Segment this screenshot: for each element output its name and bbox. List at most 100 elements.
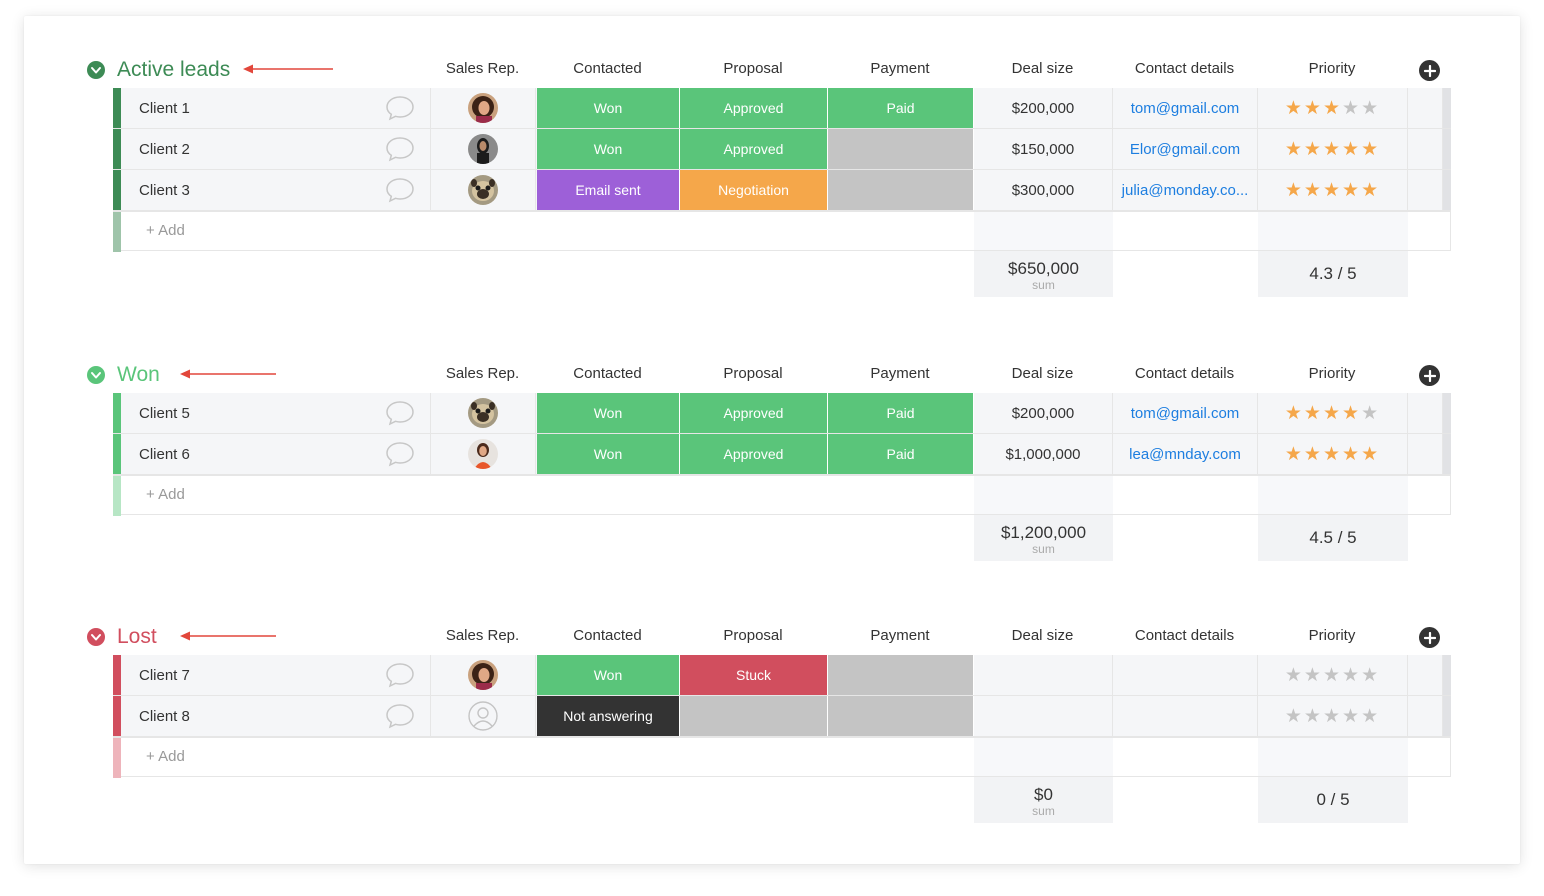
chat-bubble-icon[interactable] bbox=[385, 95, 415, 121]
column-header-payment[interactable]: Payment bbox=[828, 58, 972, 80]
avatar[interactable] bbox=[468, 93, 498, 123]
status-payment[interactable]: Paid bbox=[828, 88, 974, 128]
deal-size-cell[interactable]: $150,000 bbox=[974, 129, 1113, 169]
column-header-contacted[interactable]: Contacted bbox=[537, 363, 678, 385]
star-filled-icon[interactable]: ★ bbox=[1323, 179, 1342, 202]
star-filled-icon[interactable]: ★ bbox=[1304, 179, 1323, 202]
status-proposal[interactable]: Negotiation bbox=[680, 170, 828, 210]
column-header-deal-size[interactable]: Deal size bbox=[974, 58, 1111, 80]
star-empty-icon[interactable]: ★ bbox=[1361, 705, 1380, 728]
sales-rep-cell[interactable] bbox=[431, 434, 536, 474]
status-contacted[interactable]: Email sent bbox=[537, 170, 680, 210]
status-payment[interactable] bbox=[828, 129, 974, 169]
star-filled-icon[interactable]: ★ bbox=[1285, 97, 1304, 120]
column-header-deal-size[interactable]: Deal size bbox=[974, 363, 1111, 385]
chat-bubble-icon[interactable] bbox=[385, 703, 415, 729]
deal-size-cell[interactable]: $200,000 bbox=[974, 393, 1113, 433]
status-proposal[interactable] bbox=[680, 696, 828, 736]
star-filled-icon[interactable]: ★ bbox=[1304, 138, 1323, 161]
collapse-toggle-icon[interactable] bbox=[87, 366, 105, 384]
status-payment[interactable] bbox=[828, 170, 974, 210]
chat-bubble-icon[interactable] bbox=[385, 136, 415, 162]
status-contacted[interactable]: Won bbox=[537, 393, 680, 433]
email-link[interactable] bbox=[1113, 655, 1258, 695]
priority-rating[interactable]: ★ ★ ★ ★ ★ bbox=[1258, 129, 1408, 169]
table-row[interactable]: Client 1 Won Approved Paid $200,000 tom@gmail… bbox=[113, 88, 1451, 129]
star-filled-icon[interactable]: ★ bbox=[1361, 443, 1380, 466]
add-item-input[interactable]: + Add bbox=[146, 476, 185, 514]
status-payment[interactable] bbox=[828, 696, 974, 736]
email-link[interactable]: tom@gmail.com bbox=[1113, 393, 1258, 433]
column-header-priority[interactable]: Priority bbox=[1258, 363, 1406, 385]
sales-rep-cell[interactable] bbox=[431, 129, 536, 169]
status-proposal[interactable]: Approved bbox=[680, 129, 828, 169]
avatar[interactable] bbox=[468, 175, 498, 205]
star-empty-icon[interactable]: ★ bbox=[1361, 402, 1380, 425]
add-item-row[interactable]: + Add bbox=[113, 737, 1451, 778]
star-filled-icon[interactable]: ★ bbox=[1361, 138, 1380, 161]
add-item-row[interactable]: + Add bbox=[113, 475, 1451, 516]
sales-rep-cell[interactable] bbox=[431, 170, 536, 210]
star-empty-icon[interactable]: ★ bbox=[1304, 664, 1323, 687]
column-header-contacted[interactable]: Contacted bbox=[537, 58, 678, 80]
deal-size-cell[interactable]: $200,000 bbox=[974, 88, 1113, 128]
email-link[interactable] bbox=[1113, 696, 1258, 736]
column-header-contact-details[interactable]: Contact details bbox=[1113, 625, 1256, 647]
star-empty-icon[interactable]: ★ bbox=[1323, 705, 1342, 728]
status-contacted[interactable]: Won bbox=[537, 434, 680, 474]
star-filled-icon[interactable]: ★ bbox=[1323, 138, 1342, 161]
item-name[interactable]: Client 5 bbox=[139, 393, 190, 434]
item-name-cell[interactable]: Client 7 bbox=[113, 655, 431, 695]
chat-bubble-icon[interactable] bbox=[385, 177, 415, 203]
star-filled-icon[interactable]: ★ bbox=[1342, 138, 1361, 161]
star-filled-icon[interactable]: ★ bbox=[1285, 443, 1304, 466]
star-filled-icon[interactable]: ★ bbox=[1342, 443, 1361, 466]
star-empty-icon[interactable]: ★ bbox=[1342, 664, 1361, 687]
priority-rating[interactable]: ★ ★ ★ ★ ★ bbox=[1258, 88, 1408, 128]
add-column-button[interactable] bbox=[1419, 627, 1440, 648]
star-filled-icon[interactable]: ★ bbox=[1323, 443, 1342, 466]
status-payment[interactable]: Paid bbox=[828, 434, 974, 474]
item-name[interactable]: Client 8 bbox=[139, 696, 190, 737]
add-column-button[interactable] bbox=[1419, 60, 1440, 81]
item-name-cell[interactable]: Client 5 bbox=[113, 393, 431, 433]
item-name-cell[interactable]: Client 3 bbox=[113, 170, 431, 210]
star-empty-icon[interactable]: ★ bbox=[1361, 664, 1380, 687]
star-filled-icon[interactable]: ★ bbox=[1304, 402, 1323, 425]
collapse-toggle-icon[interactable] bbox=[87, 628, 105, 646]
deal-size-cell[interactable] bbox=[974, 696, 1113, 736]
sales-rep-cell[interactable] bbox=[431, 393, 536, 433]
priority-rating[interactable]: ★ ★ ★ ★ ★ bbox=[1258, 696, 1408, 736]
column-header-sales-rep[interactable]: Sales Rep. bbox=[432, 625, 533, 647]
item-name-cell[interactable]: Client 8 bbox=[113, 696, 431, 736]
star-empty-icon[interactable]: ★ bbox=[1285, 705, 1304, 728]
column-header-contact-details[interactable]: Contact details bbox=[1113, 363, 1256, 385]
status-proposal[interactable]: Approved bbox=[680, 88, 828, 128]
status-contacted[interactable]: Won bbox=[537, 655, 680, 695]
column-header-proposal[interactable]: Proposal bbox=[680, 363, 826, 385]
column-header-payment[interactable]: Payment bbox=[828, 625, 972, 647]
item-name[interactable]: Client 2 bbox=[139, 129, 190, 170]
star-empty-icon[interactable]: ★ bbox=[1342, 97, 1361, 120]
column-header-sales-rep[interactable]: Sales Rep. bbox=[432, 363, 533, 385]
email-link[interactable]: tom@gmail.com bbox=[1113, 88, 1258, 128]
column-header-payment[interactable]: Payment bbox=[828, 363, 972, 385]
column-header-deal-size[interactable]: Deal size bbox=[974, 625, 1111, 647]
star-filled-icon[interactable]: ★ bbox=[1285, 402, 1304, 425]
star-filled-icon[interactable]: ★ bbox=[1342, 402, 1361, 425]
deal-size-cell[interactable]: $1,000,000 bbox=[974, 434, 1113, 474]
status-payment[interactable] bbox=[828, 655, 974, 695]
avatar[interactable] bbox=[468, 398, 498, 428]
priority-rating[interactable]: ★ ★ ★ ★ ★ bbox=[1258, 655, 1408, 695]
table-row[interactable]: Client 8 Not answering ★ ★ ★ ★ ★ bbox=[113, 696, 1451, 737]
status-proposal[interactable]: Stuck bbox=[680, 655, 828, 695]
star-filled-icon[interactable]: ★ bbox=[1304, 97, 1323, 120]
column-header-priority[interactable]: Priority bbox=[1258, 625, 1406, 647]
column-header-sales-rep[interactable]: Sales Rep. bbox=[432, 58, 533, 80]
star-empty-icon[interactable]: ★ bbox=[1342, 705, 1361, 728]
status-contacted[interactable]: Not answering bbox=[537, 696, 680, 736]
status-contacted[interactable]: Won bbox=[537, 88, 680, 128]
sales-rep-cell[interactable] bbox=[431, 88, 536, 128]
email-link[interactable]: Elor@gmail.com bbox=[1113, 129, 1258, 169]
star-filled-icon[interactable]: ★ bbox=[1285, 179, 1304, 202]
